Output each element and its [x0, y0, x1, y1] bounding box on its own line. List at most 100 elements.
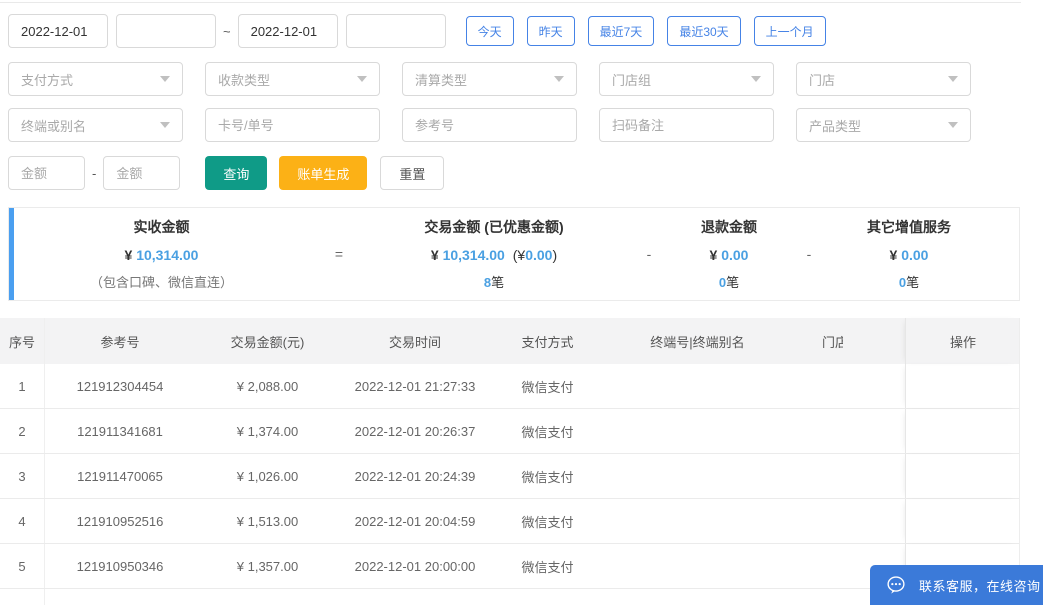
other-services-block: 其它增值服务 ¥ 0.00 0笔	[839, 217, 979, 291]
collection-type-select-label: 收款类型	[218, 72, 271, 88]
store-select[interactable]: 门店	[796, 62, 971, 96]
row-terminal	[605, 499, 790, 543]
product-type-select-label: 产品类型	[809, 118, 862, 134]
minus-sign: -	[646, 246, 652, 262]
row-time: 2022-12-01 21:27:33	[354, 378, 476, 394]
quick-lastmonth-button[interactable]: 上一个月	[753, 16, 826, 46]
row-method: 微信支付	[521, 559, 574, 575]
end-time-input[interactable]	[345, 14, 446, 48]
product-type-select[interactable]: 产品类型	[796, 108, 971, 142]
refund-count-unit: 笔	[726, 275, 740, 290]
refund-amount-number: 0.00	[721, 246, 749, 263]
summary-panel: 实收金额 ¥ 10,314.00 （包含口碑、微信直连） = 交易金额 (已优惠…	[8, 207, 1020, 301]
amount-min-input[interactable]	[8, 156, 85, 190]
received-amount-note: （包含口碑、微信直连）	[89, 275, 233, 290]
table-row: 2 121911341681 ¥ 1,374.00 2022-12-01 20:…	[0, 409, 1019, 454]
transaction-amount-block: 交易金额 (已优惠金额) ¥ 10,314.00 (¥0.00) 8笔	[369, 217, 619, 291]
currency-symbol: ¥	[889, 246, 898, 263]
header-amount: 交易金额(元)	[230, 334, 305, 350]
chevron-down-icon	[751, 76, 761, 82]
settlement-type-select[interactable]: 清算类型	[402, 62, 577, 96]
equals-sign: =	[334, 246, 344, 262]
customer-service-label: 联系客服，在线咨询	[919, 578, 1041, 594]
row-amount: ¥ 1,513.00	[236, 513, 299, 529]
row-index: 1	[0, 364, 45, 408]
row-store	[790, 499, 905, 543]
collection-type-select[interactable]: 收款类型	[205, 62, 380, 96]
row-index: 5	[0, 544, 45, 588]
row-reference: 121910950346	[76, 558, 164, 574]
other-services-value: ¥ 0.00	[890, 247, 929, 263]
reference-number-input[interactable]	[402, 108, 577, 142]
transaction-amount-label: 交易金额 (已优惠金额)	[424, 219, 564, 235]
other-services-number: 0.00	[901, 246, 929, 263]
quick-yesterday-button[interactable]: 昨天	[526, 16, 575, 46]
start-date-input[interactable]	[8, 14, 108, 48]
received-amount-number: 10,314.00	[136, 246, 199, 263]
chevron-down-icon	[160, 76, 170, 82]
row-reference: 121911341681	[77, 423, 163, 439]
row-reference: 121909857731	[45, 589, 195, 605]
reset-button[interactable]: 重置	[380, 156, 445, 190]
header-action: 操作	[905, 318, 1020, 364]
discount-open: (¥	[512, 246, 526, 263]
end-date-input[interactable]	[237, 14, 338, 48]
top-divider	[0, 2, 1021, 3]
chat-bubble-icon	[885, 574, 907, 596]
table-row: 5 121910950346 ¥ 1,357.00 2022-12-01 20:…	[0, 544, 1019, 589]
amount-max-input[interactable]	[103, 156, 181, 190]
header-index: 序号	[0, 318, 45, 364]
table-row: 3 121911470065 ¥ 1,026.00 2022-12-01 20:…	[0, 454, 1019, 499]
select-filter-row: 支付方式 收款类型 清算类型 门店组 门店	[8, 62, 1038, 96]
chevron-down-icon	[948, 122, 958, 128]
quick-today-button[interactable]: 今天	[465, 16, 514, 46]
amount-range-separator: -	[92, 165, 97, 181]
store-group-select[interactable]: 门店组	[599, 62, 774, 96]
row-action	[905, 499, 1020, 543]
currency-symbol: ¥	[124, 246, 133, 263]
transaction-count: 8笔	[484, 272, 504, 291]
query-button[interactable]: 查询	[205, 156, 268, 190]
other-services-count: 0笔	[899, 272, 919, 291]
row-method: 微信支付	[521, 469, 574, 485]
date-range-separator: ~	[223, 23, 231, 39]
transactions-table: 序号 参考号 交易金额(元) 交易时间 支付方式 终端号|终端别名 门店 操作 …	[0, 318, 1020, 605]
row-reference: 121911470065	[77, 468, 163, 484]
row-terminal	[605, 589, 790, 605]
amount-action-row: - 查询 账单生成 重置	[8, 156, 1038, 190]
generate-bill-button[interactable]: 账单生成	[279, 156, 368, 190]
row-index: 3	[0, 454, 45, 498]
date-filter-row: ~ 今天 昨天 最近7天 最近30天 上一个月	[8, 14, 1038, 48]
transaction-count-unit: 笔	[491, 275, 505, 290]
transaction-amount-value: ¥ 10,314.00 (¥0.00)	[431, 247, 557, 263]
row-amount: ¥ 1,026.00	[236, 468, 299, 484]
received-amount-value: ¥ 10,314.00	[125, 247, 199, 263]
row-time: 2022-12-01 20:04:59	[354, 513, 476, 529]
scan-note-input[interactable]	[599, 108, 774, 142]
transactions-page: ~ 今天 昨天 最近7天 最近30天 上一个月 支付方式 收款类型 清算类型	[0, 0, 1043, 605]
payment-method-select[interactable]: 支付方式	[8, 62, 183, 96]
currency-symbol: ¥	[430, 246, 439, 263]
terminal-alias-select-label: 终端或别名	[21, 118, 87, 134]
table-row: 4 121910952516 ¥ 1,513.00 2022-12-01 20:…	[0, 499, 1019, 544]
customer-service-button[interactable]: 联系客服，在线咨询	[870, 565, 1043, 605]
terminal-alias-select[interactable]: 终端或别名	[8, 108, 183, 142]
table-row-partial: 6 121909857731 ¥ 13.00 2022-12-01 19:38:…	[0, 589, 1019, 605]
refund-amount-label: 退款金额	[701, 219, 757, 235]
minus-sign: -	[806, 246, 812, 262]
row-terminal	[605, 409, 790, 453]
row-action	[905, 364, 1020, 408]
row-store	[790, 454, 905, 498]
row-method: 微信支付	[521, 424, 574, 440]
row-time: 2022-12-01 20:26:37	[354, 423, 476, 439]
header-terminal: 终端号|终端别名	[650, 334, 745, 350]
start-time-input[interactable]	[116, 14, 216, 48]
row-time: 2022-12-01 19:38:11	[340, 589, 490, 605]
row-method: 微信支付	[490, 589, 605, 605]
card-number-input[interactable]	[205, 108, 380, 142]
header-method: 支付方式	[521, 334, 574, 350]
quick-last7days-button[interactable]: 最近7天	[587, 16, 655, 46]
quick-last30days-button[interactable]: 最近30天	[667, 16, 741, 46]
chevron-down-icon	[948, 76, 958, 82]
row-terminal	[605, 544, 790, 588]
